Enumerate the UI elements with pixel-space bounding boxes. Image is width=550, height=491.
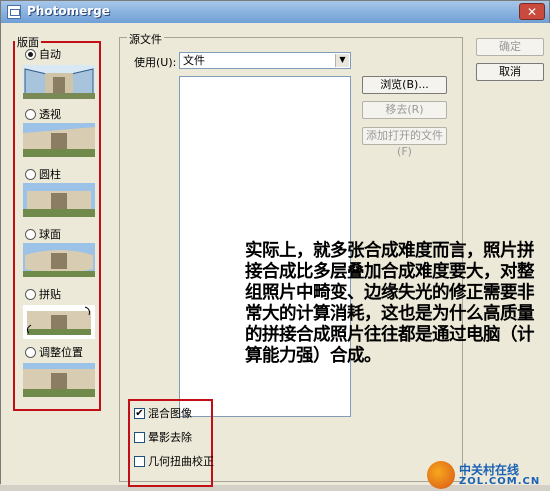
remove-button[interactable]: 移去(R) [362, 101, 447, 119]
blend-images-label: 混合图像 [148, 407, 192, 420]
layout-option-auto[interactable]: 自动 [25, 47, 61, 61]
layout-option-label: 拼贴 [39, 288, 61, 301]
source-group-label: 源文件 [127, 31, 164, 47]
radio-collage[interactable] [25, 288, 36, 300]
geometric-distortion-label: 几何扭曲校正 [148, 455, 214, 468]
layout-option-label: 调整位置 [39, 346, 83, 359]
radio-cylindrical[interactable] [25, 168, 36, 180]
cylindrical-preview-thumbnail [23, 183, 95, 217]
annotation-text: 实际上，就多张合成难度而言，照片拼接合成比多层叠加合成难度要大，对整组照片中畸变… [245, 241, 535, 366]
vignette-removal-checkbox[interactable] [134, 431, 145, 443]
dialog-content: 版面 自动 透视 圆柱 球面 拼贴 调整位置 源文件 使用(U): 文件 ▼ 浏… [1, 23, 550, 489]
layout-option-perspective[interactable]: 透视 [25, 107, 61, 121]
radio-auto[interactable] [25, 48, 36, 60]
layout-option-label: 球面 [39, 228, 61, 241]
close-button[interactable]: ✕ [519, 3, 545, 20]
use-select[interactable]: 文件 ▼ [179, 52, 351, 69]
radio-perspective[interactable] [25, 108, 36, 120]
reposition-preview-thumbnail [23, 363, 95, 397]
blend-images-checkbox[interactable]: ✔ [134, 407, 145, 419]
collage-preview-thumbnail [23, 305, 95, 339]
use-select-value: 文件 [183, 54, 205, 67]
perspective-preview-thumbnail [23, 123, 95, 157]
layout-option-reposition[interactable]: 调整位置 [25, 345, 83, 359]
ok-button[interactable]: 确定 [476, 38, 544, 56]
watermark-line2: ZOL.COM.CN [459, 476, 541, 487]
radio-reposition[interactable] [25, 346, 36, 358]
zol-logo-icon [427, 461, 455, 489]
layout-option-label: 圆柱 [39, 168, 61, 181]
title-bar[interactable]: Photomerge ✕ [1, 1, 549, 24]
add-open-files-button[interactable]: 添加打开的文件(F) [362, 127, 447, 158]
vignette-removal-option[interactable]: 晕影去除 [134, 430, 192, 444]
layout-option-label: 透视 [39, 108, 61, 121]
blend-images-option[interactable]: ✔ 混合图像 [134, 406, 192, 420]
radio-spherical[interactable] [25, 228, 36, 240]
auto-preview-thumbnail [23, 65, 95, 99]
app-icon [7, 5, 21, 19]
window-title: Photomerge [27, 4, 110, 18]
zol-watermark: 中关村在线 ZOL.COM.CN [427, 461, 541, 491]
cancel-button[interactable]: 取消 [476, 63, 544, 81]
layout-option-spherical[interactable]: 球面 [25, 227, 61, 241]
layout-option-cylindrical[interactable]: 圆柱 [25, 167, 61, 181]
chevron-down-icon[interactable]: ▼ [335, 54, 349, 67]
vignette-removal-label: 晕影去除 [148, 431, 192, 444]
geometric-distortion-checkbox[interactable] [134, 455, 145, 467]
spherical-preview-thumbnail [23, 243, 95, 277]
use-label: 使用(U): [134, 56, 177, 69]
layout-option-label: 自动 [39, 48, 61, 61]
geometric-distortion-option[interactable]: 几何扭曲校正 [134, 454, 214, 468]
browse-button[interactable]: 浏览(B)... [362, 76, 447, 94]
photomerge-dialog: Photomerge ✕ 版面 自动 透视 圆柱 球面 拼贴 调整位置 源文件 … [0, 0, 550, 489]
layout-option-collage[interactable]: 拼贴 [25, 287, 61, 301]
